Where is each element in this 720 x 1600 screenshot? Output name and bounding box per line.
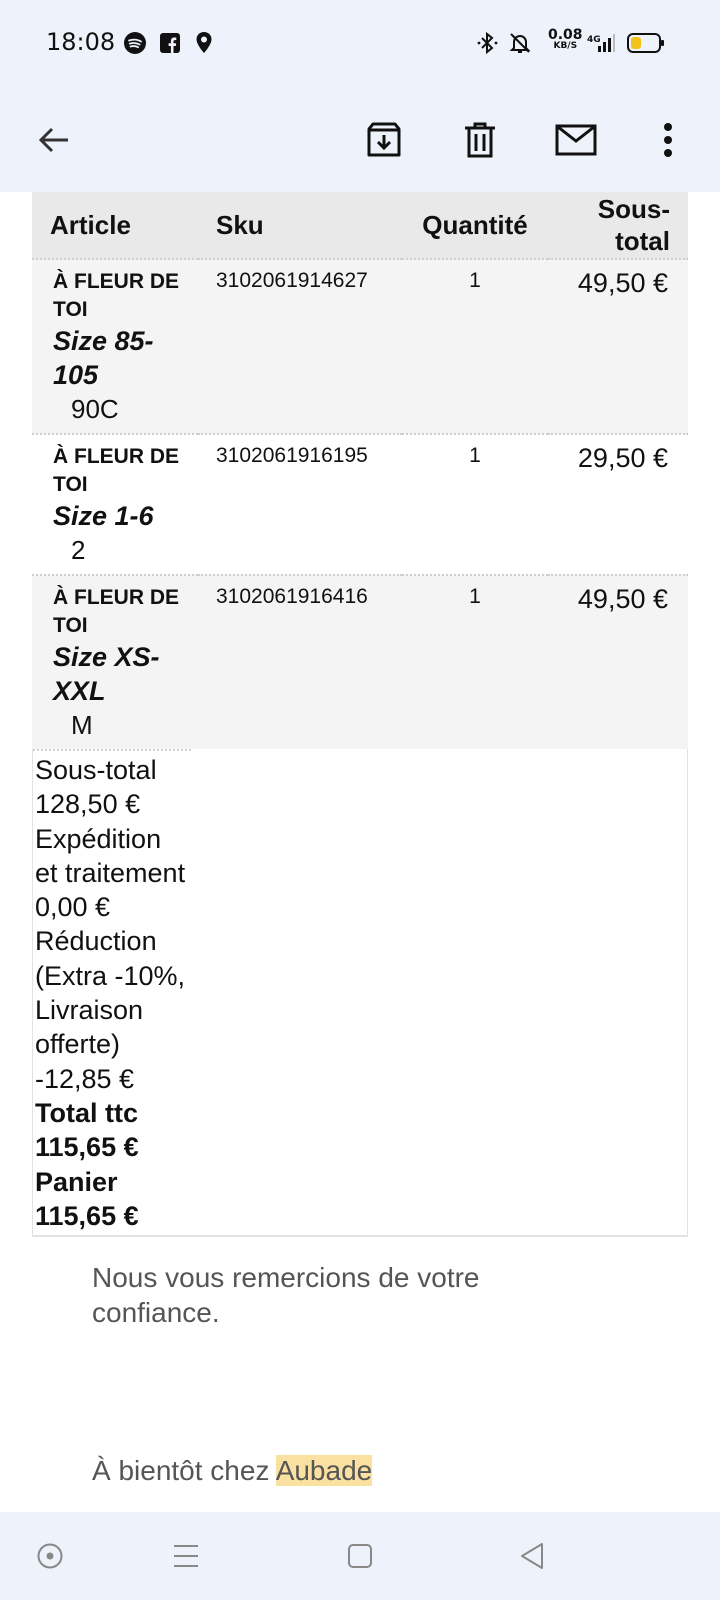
total-label: Total ttc [35,1097,138,1128]
signal-4g-icon: 4G [586,30,616,56]
app-bar [0,88,720,192]
menu-icon[interactable] [166,1536,206,1576]
more-vert-icon[interactable] [636,108,700,172]
farewell-prefix: À bientôt chez [92,1455,276,1486]
header-article: Article [32,192,198,259]
cart-label: Panier [35,1166,118,1197]
shipping-value: 0,00 € [35,892,111,923]
item-subtotal: 49,50 € [548,258,688,434]
item-option-label: Size XS-XXL [53,642,160,706]
totals-cell: Sous-total 128,50 € Expédition et traite… [33,749,191,1236]
svg-text:4G: 4G [587,35,601,45]
spotify-icon [122,30,148,56]
arrow-left-icon[interactable] [22,108,86,172]
item-sku: 3102061916416 [198,574,402,749]
facebook-icon [157,30,183,56]
item-subtotal: 49,50 € [548,574,688,749]
farewell-message: À bientôt chez Aubade [92,1455,373,1487]
trash-icon[interactable] [448,108,512,172]
email-body: Article Sku Quantité Sous-total À FLEUR … [32,192,688,1238]
archive-icon[interactable] [352,108,416,172]
home-square-icon[interactable] [340,1536,380,1576]
battery-icon [626,30,666,56]
item-sku: 3102061916195 [198,433,402,575]
item-option-value: M [71,710,93,740]
assistant-icon[interactable] [30,1536,70,1576]
table-row: À FLEUR DE TOI Size 1-6 2 3102061916195 … [32,433,688,575]
item-option-value: 2 [71,535,86,565]
silent-bell-icon [507,30,533,56]
status-bar: 18:08 0.08 KB/S 4G [0,0,720,88]
header-subtotal: Sous-total [548,192,688,259]
table-header: Article Sku Quantité Sous-total [32,192,688,259]
item-article: À FLEUR DE TOI Size XS-XXL M [32,574,198,749]
mail-icon[interactable] [544,108,608,172]
item-qty: 1 [402,574,548,749]
shipping-label: Expédition et traitement [35,823,186,888]
cart-value: 115,65 € [35,1200,139,1231]
subtotal-value: 128,50 € [35,789,141,820]
item-sku: 3102061914627 [198,258,402,434]
item-option-label: Size 85-105 [53,326,154,390]
bluetooth-icon [475,30,501,56]
item-qty: 1 [402,258,548,434]
item-brand: À FLEUR DE TOI [53,445,179,496]
location-icon [191,30,217,56]
header-quantity: Quantité [402,192,548,259]
brand-link[interactable]: Aubade [275,1455,373,1486]
thanks-message: Nous vous remercions de votre confiance. [92,1262,480,1328]
item-option-label: Size 1-6 [53,501,154,531]
total-value: 115,65 € [35,1132,139,1163]
table-row: À FLEUR DE TOI Size 85-105 90C 310206191… [32,258,688,434]
order-table: Article Sku Quantité Sous-total À FLEUR … [32,192,688,749]
network-speed: 0.08 KB/S [548,27,583,51]
discount-value: -12,85 € [35,1063,135,1094]
navigation-bar [0,1512,720,1600]
totals-box: Sous-total 128,50 € Expédition et traite… [32,749,688,1238]
item-article: À FLEUR DE TOI Size 85-105 90C [32,258,198,434]
item-article: À FLEUR DE TOI Size 1-6 2 [32,433,198,575]
back-triangle-icon[interactable] [512,1536,552,1576]
item-brand: À FLEUR DE TOI [53,270,179,321]
item-qty: 1 [402,433,548,575]
subtotal-label: Sous-total [35,755,157,785]
item-brand: À FLEUR DE TOI [53,586,179,637]
header-sku: Sku [198,192,402,259]
item-subtotal: 29,50 € [548,433,688,575]
status-time: 18:08 [46,28,116,56]
discount-label: Réduction (Extra -10%, Livraison offerte… [35,926,186,1060]
table-row: À FLEUR DE TOI Size XS-XXL M 31020619164… [32,574,688,749]
item-option-value: 90C [71,394,119,424]
